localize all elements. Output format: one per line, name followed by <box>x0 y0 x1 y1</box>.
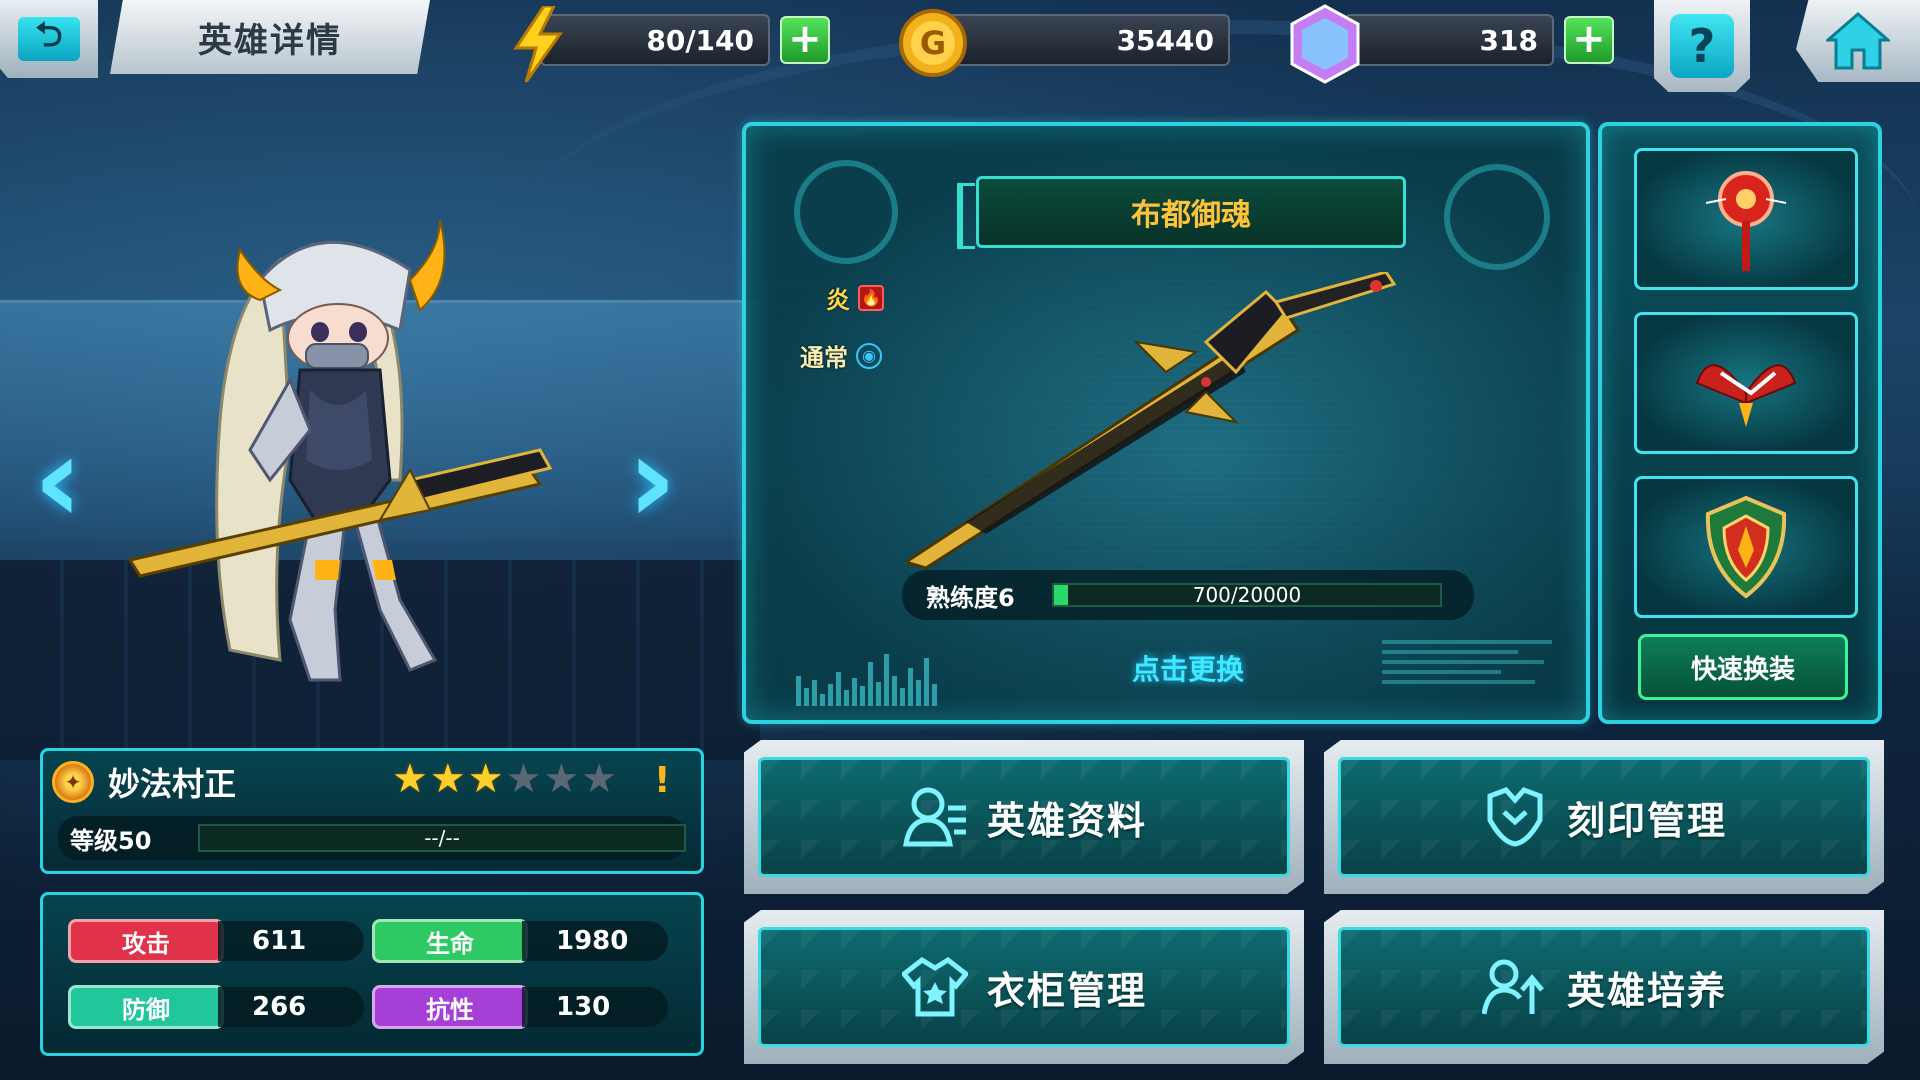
proficiency-bar: 熟练度6 700/20000 <box>902 570 1474 620</box>
equalizer-ornament <box>796 646 956 706</box>
wardrobe-label: 衣柜管理 <box>986 968 1147 1013</box>
gold-counter: 35440 <box>940 14 1230 66</box>
imprint-button[interactable]: 刻印管理 <box>1324 740 1884 894</box>
attack-type-label: 通常 <box>800 344 848 372</box>
quick-equip-button[interactable]: 快速换装 <box>1638 634 1848 700</box>
crosshair-ornament <box>794 160 898 264</box>
hero-character-illustration <box>127 220 553 682</box>
star-empty-icon: ★ <box>581 756 618 802</box>
help-icon: ? <box>1670 14 1734 78</box>
help-button[interactable]: ? <box>1654 0 1750 92</box>
hero-rank-badge-icon: ✦ <box>52 761 94 803</box>
proficiency-track: 700/20000 <box>1052 583 1442 607</box>
hero-stats-panel <box>40 892 704 1056</box>
hero-upgrade-icon <box>1481 955 1549 1019</box>
stat-hp-label: 生命 <box>372 919 528 963</box>
imprint-button-face: 刻印管理 <box>1338 757 1870 877</box>
gold-coin-letter: G <box>920 24 946 62</box>
stat-attack: 攻击 611 <box>68 918 364 964</box>
weapon-illustration[interactable] <box>906 272 1406 572</box>
prev-hero-arrow[interactable]: ‹ <box>18 410 98 550</box>
energy-counter: 80/140 <box>540 14 770 66</box>
lightning-icon <box>506 4 570 84</box>
phoenix-wings-icon <box>1695 364 1797 427</box>
wardrobe-button[interactable]: 衣柜管理 <box>744 910 1304 1064</box>
stat-defense-label: 防御 <box>68 985 224 1029</box>
imprint-label: 刻印管理 <box>1566 798 1727 843</box>
stat-defense-value: 266 <box>218 987 364 1027</box>
crest-shield-icon <box>1705 495 1787 599</box>
stat-defense: 防御 266 <box>68 984 364 1030</box>
gold-coin-icon: G <box>896 6 970 80</box>
hero-upgrade-button-face: 英雄培养 <box>1338 927 1870 1047</box>
stat-hp: 生命 1980 <box>372 918 668 964</box>
stat-resistance: 抗性 130 <box>372 984 668 1030</box>
hero-level: 等级50 <box>70 826 152 855</box>
warning-icon[interactable]: ! <box>654 760 670 801</box>
wardrobe-icon <box>901 955 969 1019</box>
star-empty-icon: ★ <box>505 756 542 802</box>
back-arrow-icon: ⮌ <box>18 15 80 61</box>
star-empty-icon: ★ <box>543 756 580 802</box>
normal-attack-icon: ◉ <box>856 342 882 369</box>
stat-resistance-label: 抗性 <box>372 985 528 1029</box>
hero-exp-bar: --/-- <box>198 824 686 852</box>
weapon-name: 布都御魂 <box>957 176 1406 249</box>
back-button[interactable]: ⮌ <box>0 0 98 78</box>
element-label: 炎 <box>826 286 850 314</box>
radar-ornament <box>1444 164 1550 270</box>
imprint-icon <box>1481 785 1549 849</box>
gem-counter: 318 <box>1344 14 1554 66</box>
wardrobe-button-face: 衣柜管理 <box>758 927 1290 1047</box>
hero-name: 妙法村正 <box>108 765 237 803</box>
equipment-slot-1[interactable] <box>1634 148 1858 290</box>
stat-attack-value: 611 <box>218 921 364 961</box>
gem-icon <box>1286 4 1364 84</box>
stat-hp-value: 1980 <box>522 921 668 961</box>
page-title: 英雄详情 <box>110 0 430 74</box>
lines-ornament <box>1382 640 1552 700</box>
gem-add-button[interactable]: + <box>1564 16 1614 64</box>
hero-upgrade-button[interactable]: 英雄培养 <box>1324 910 1884 1064</box>
proficiency-label: 熟练度6 <box>926 583 1015 612</box>
home-button[interactable] <box>1796 0 1920 82</box>
fire-icon: 🔥 <box>858 284 884 311</box>
hero-name-row: ✦ 妙法村正 <box>52 754 236 810</box>
weapon-attack-type: 通常 ◉ <box>800 338 882 373</box>
stat-resistance-value: 130 <box>522 987 668 1027</box>
weapon-element: 炎 🔥 <box>826 280 884 315</box>
gold-value: 35440 <box>1116 23 1214 57</box>
hero-level-row: 等级50 --/-- <box>58 816 686 860</box>
equipment-slot-3[interactable] <box>1634 476 1858 618</box>
home-icon <box>1826 12 1890 70</box>
proficiency-value: 700/20000 <box>1192 583 1302 607</box>
equipment-slot-2[interactable] <box>1634 312 1858 454</box>
star-filled-icon: ★ <box>429 756 466 802</box>
star-filled-icon: ★ <box>392 756 428 802</box>
red-scepter-icon <box>1705 171 1787 271</box>
gem-value: 318 <box>1479 23 1538 57</box>
hero-profile-button[interactable]: 英雄资料 <box>744 740 1304 894</box>
hero-profile-icon <box>901 785 969 849</box>
hero-profile-label: 英雄资料 <box>986 798 1147 843</box>
hero-profile-button-face: 英雄资料 <box>758 757 1290 877</box>
energy-add-button[interactable]: + <box>780 16 830 64</box>
stat-attack-label: 攻击 <box>68 919 224 963</box>
star-filled-icon: ★ <box>467 756 504 802</box>
change-weapon-button[interactable]: 点击更换 <box>1068 646 1308 690</box>
hero-upgrade-label: 英雄培养 <box>1566 968 1727 1013</box>
hero-star-rating: ★ ★ ★ ★ ★ ★ <box>392 756 617 802</box>
energy-value: 80/140 <box>646 23 754 57</box>
